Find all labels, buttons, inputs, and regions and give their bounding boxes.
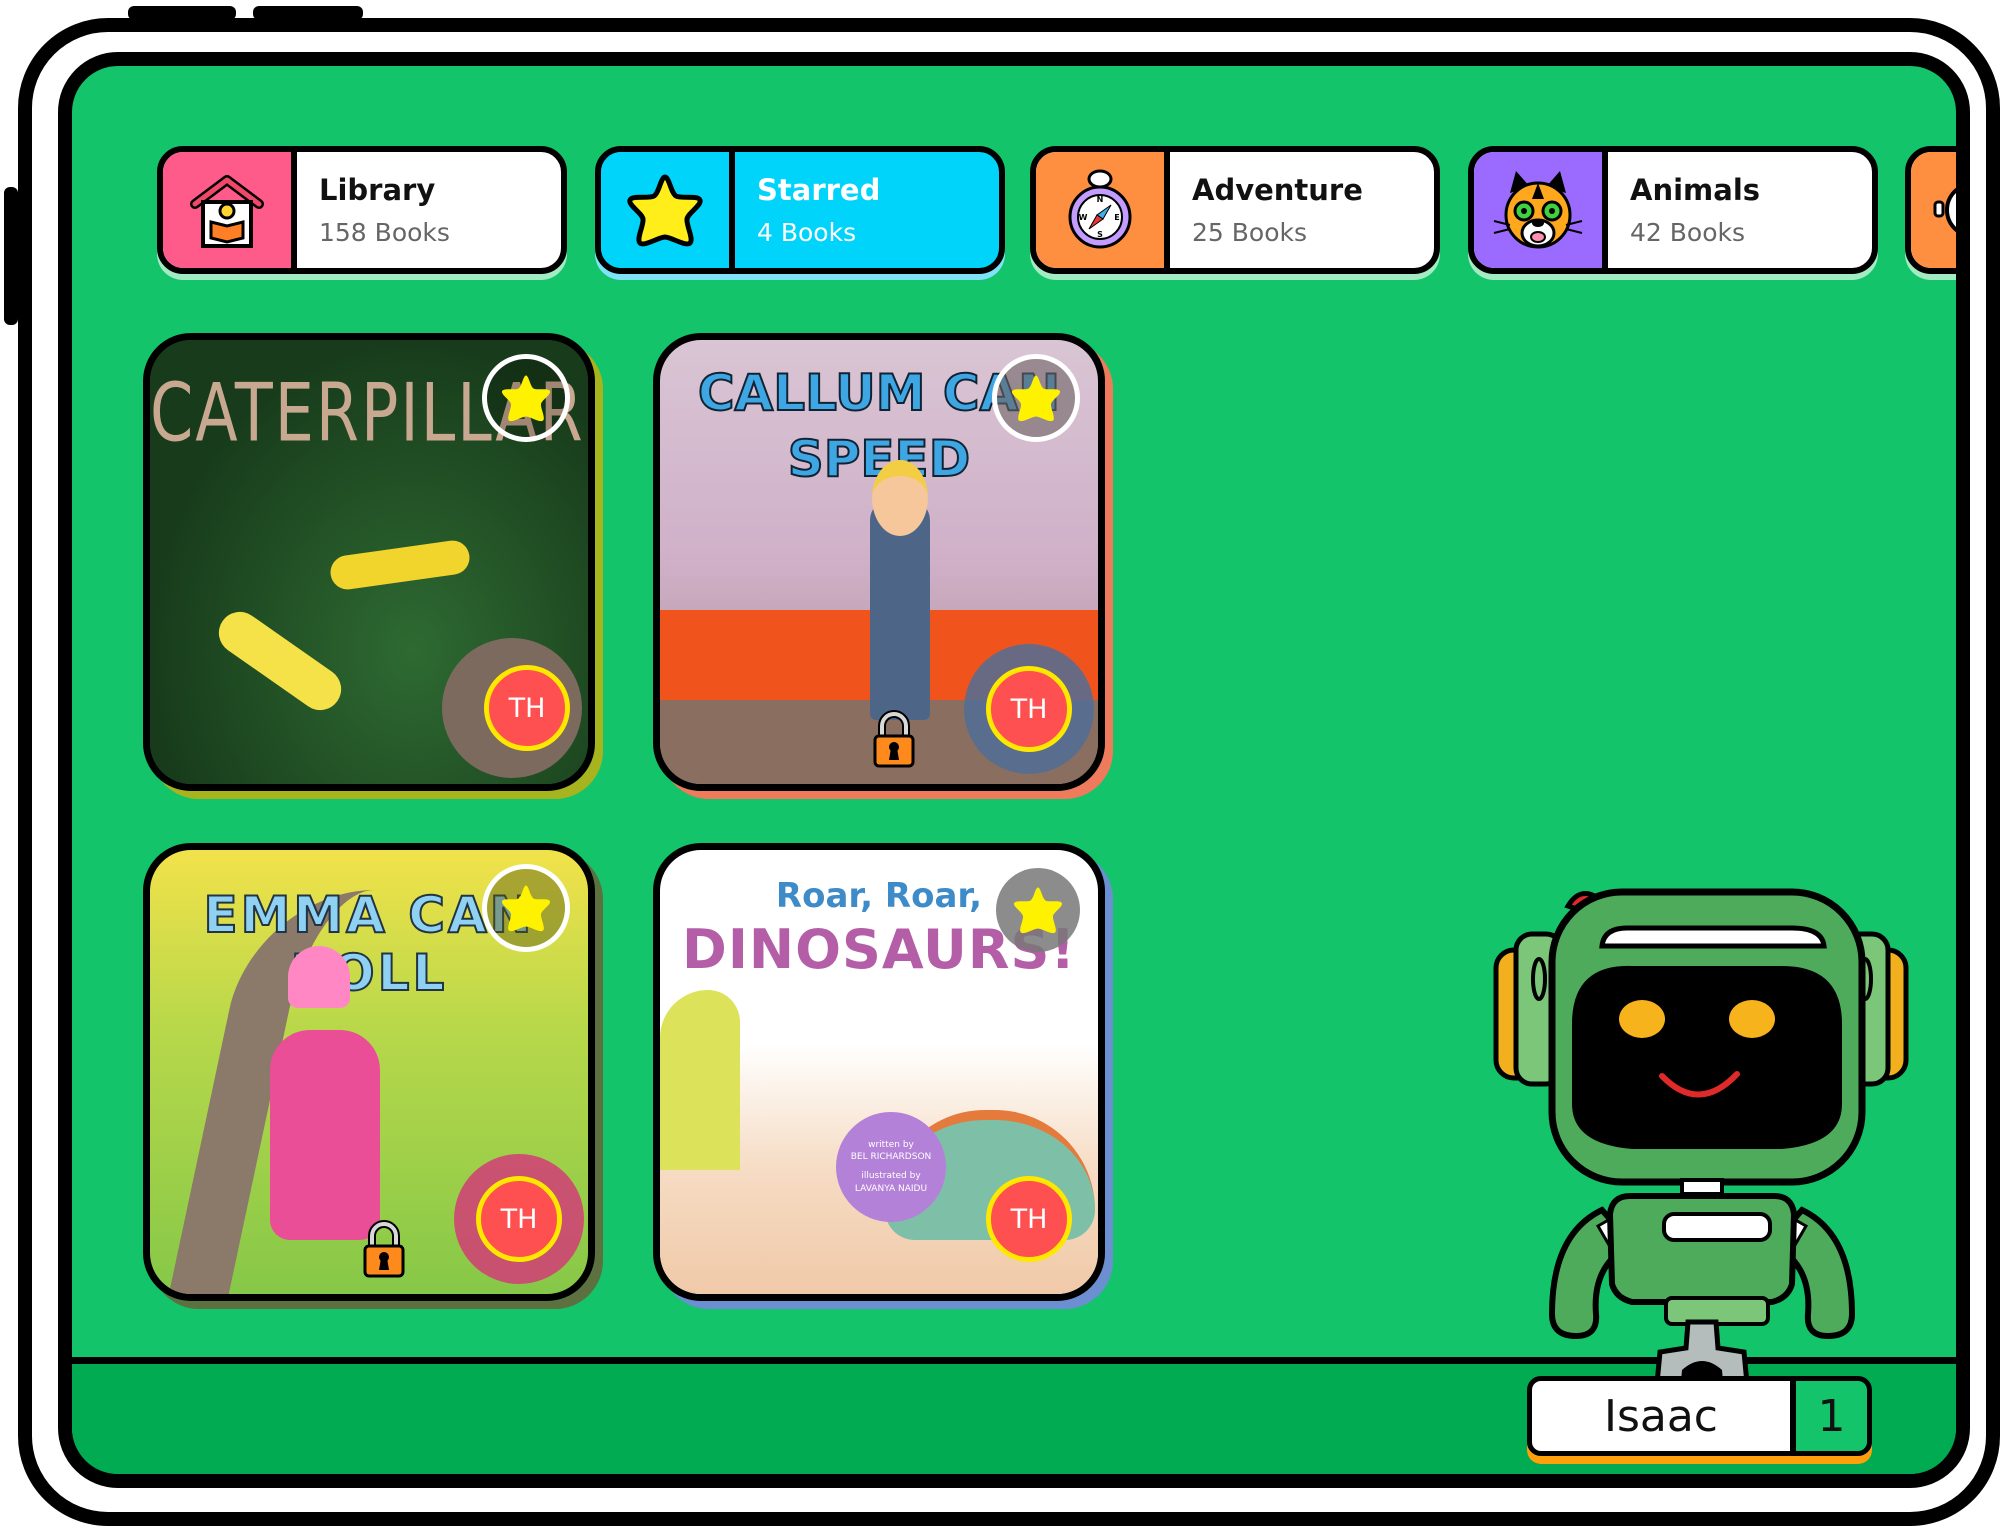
category-name: Animals [1630,173,1761,208]
category-name: Library [319,173,436,208]
category-count: 158 Books [319,217,450,247]
category-tab-animals[interactable]: Animals 42 Books [1468,146,1878,274]
category-name: Starred [757,173,881,208]
language-badge[interactable]: TH [986,666,1072,752]
star-toggle-button[interactable] [482,864,570,952]
star-toggle-button[interactable] [996,868,1080,952]
language-badge[interactable]: TH [476,1176,562,1262]
author-info-badge: TH [454,1154,584,1284]
svg-text:N: N [1097,195,1104,204]
dinosaur-illustration [660,990,740,1170]
illustrated-by-label: illustrated by [861,1171,921,1181]
category-tab-partial[interactable] [1905,146,1956,274]
user-name[interactable]: Isaac [1527,1376,1795,1456]
category-tab-starred[interactable]: Starred 4 Books [595,146,1005,274]
category-name: Adventure [1192,173,1363,208]
lock-icon [363,1220,405,1278]
book-card-callum-can-speed[interactable]: CALLUM CAN SPEED TH [653,333,1105,791]
star-icon [501,375,551,422]
user-level-badge: 1 [1791,1376,1872,1456]
illustrator-name: LAVANYA NAIDU [854,1183,928,1194]
character-helmet [288,946,350,1008]
user-profile-bar[interactable]: Isaac 1 [1527,1376,1872,1456]
author-circle: written by BEL RICHARDSON illustrated by… [836,1112,946,1222]
book-card-caterpillars[interactable]: CATERPILLARS! TH [143,333,595,791]
svg-text:W: W [1079,213,1088,222]
star-toggle-button[interactable] [992,354,1080,442]
robot-mascot-icon[interactable] [1492,874,1912,1394]
written-by-label: written by [868,1139,914,1150]
lock-icon [873,710,915,768]
language-badge-wrapper: TH [964,1154,1094,1284]
author-info-badge: TH [964,644,1094,774]
star-toggle-button[interactable] [482,354,570,442]
tablet-hardware-button [128,6,236,20]
author-info-badge: TH [442,638,582,778]
svg-text:E: E [1114,213,1119,222]
star-icon [601,152,735,268]
library-house-icon [163,152,297,268]
category-count: 42 Books [1630,217,1746,247]
language-badge[interactable]: TH [986,1176,1072,1262]
tablet-side-button [4,187,18,325]
star-icon [501,885,551,932]
partial-category-icon [1911,152,1956,268]
category-count: 4 Books [757,217,857,247]
tablet-hardware-button [253,6,363,20]
star-icon [1011,375,1061,422]
category-tab-library[interactable]: Library 158 Books [157,146,567,274]
category-tab-adventure[interactable]: N S W E Adventure 25 Books [1030,146,1440,274]
language-badge[interactable]: TH [484,665,570,751]
app-screen: Library 158 Books Starred 4 Books N S W [58,52,1970,1488]
book-card-roar-roar-dinosaurs[interactable]: Roar, Roar, DINOSAURS! written by BEL RI… [653,843,1105,1301]
star-icon [1013,887,1063,934]
category-count: 25 Books [1192,217,1308,247]
author-name: BEL RICHARDSON [850,1152,932,1163]
scooter-illustration [270,1030,380,1240]
compass-icon: N S W E [1036,152,1170,268]
book-card-emma-can-roll[interactable]: EMMA CAN ROLL TH [143,843,595,1301]
character-head [872,460,928,536]
svg-text:S: S [1097,230,1103,239]
cat-face-icon [1474,152,1608,268]
